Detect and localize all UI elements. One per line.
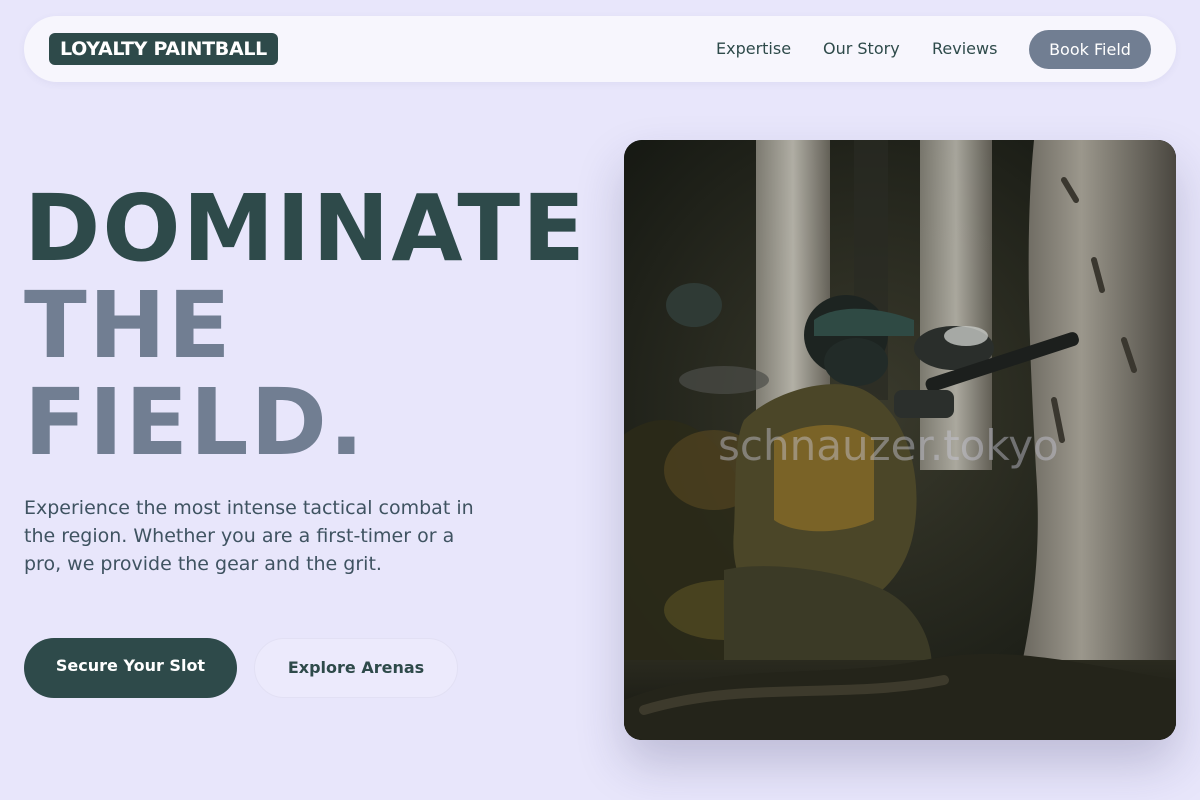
- explore-arenas-button[interactable]: Explore Arenas: [254, 638, 458, 698]
- hero-headline: DOMINATE THE FIELD.: [24, 180, 587, 471]
- headline-line-the: THE: [24, 272, 233, 379]
- paintball-player-in-forest-photo: schnauzer.tokyo: [624, 140, 1176, 740]
- secure-your-slot-button[interactable]: Secure Your Slot: [24, 638, 237, 698]
- brand-logo[interactable]: LOYALTY PAINTBALL: [49, 33, 278, 65]
- top-navigation-bar: LOYALTY PAINTBALL Expertise Our Story Re…: [24, 16, 1176, 82]
- image-watermark: schnauzer.tokyo: [718, 421, 1059, 470]
- hero-description: Experience the most intense tactical com…: [24, 497, 474, 575]
- nav-link-expertise[interactable]: Expertise: [716, 39, 791, 59]
- nav-link-our-story[interactable]: Our Story: [823, 39, 900, 59]
- book-field-button[interactable]: Book Field: [1029, 30, 1151, 69]
- headline-line-field: FIELD.: [24, 369, 366, 476]
- nav-link-reviews[interactable]: Reviews: [932, 39, 997, 59]
- headline-line-dominate: DOMINATE: [24, 175, 588, 282]
